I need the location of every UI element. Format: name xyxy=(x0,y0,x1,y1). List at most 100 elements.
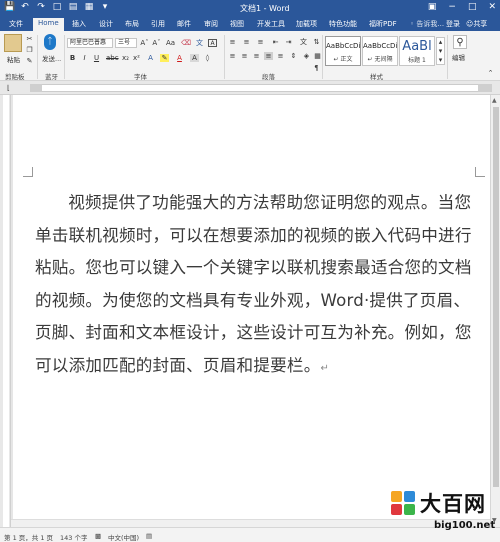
tab-mailings[interactable]: 邮件 xyxy=(177,19,191,29)
style-heading-1[interactable]: AaBl 标题 1 xyxy=(399,36,435,66)
bluetooth-icon[interactable]: ᛏ xyxy=(44,34,56,50)
decrease-indent-icon[interactable]: ⇤ xyxy=(271,38,280,46)
paste-icon[interactable] xyxy=(4,34,22,52)
login-link[interactable]: 登录 xyxy=(446,19,460,29)
align-right-icon[interactable]: ≡ xyxy=(252,52,261,60)
increase-indent-icon[interactable]: ⇥ xyxy=(284,38,293,46)
redo-icon[interactable]: ↷ xyxy=(36,2,46,12)
justify-icon[interactable]: ≡ xyxy=(264,52,273,60)
shading-icon[interactable]: ◈ xyxy=(302,52,311,60)
ribbon-display-icon[interactable]: ▣ xyxy=(428,2,437,12)
language-indicator[interactable]: 中文(中国) xyxy=(108,532,139,542)
bullets-icon[interactable]: ≡ xyxy=(228,38,237,46)
collapse-ribbon-icon[interactable]: ⌃ xyxy=(486,69,495,77)
word-count[interactable]: 143 个字 xyxy=(60,532,87,542)
scrollbar-thumb[interactable] xyxy=(493,107,499,487)
strikethrough-icon[interactable]: abc xyxy=(106,54,119,62)
share-button[interactable]: ☺共享 xyxy=(466,19,487,29)
watermark-url: big100.net xyxy=(434,520,496,531)
watermark: 大百网 big100.net xyxy=(386,488,500,542)
open-icon[interactable]: ▤ xyxy=(68,2,78,12)
tab-home[interactable]: Home xyxy=(33,18,64,31)
enclose-characters-icon[interactable]: A xyxy=(208,39,217,47)
distributed-icon[interactable]: ≡ xyxy=(276,52,285,60)
highlight-icon[interactable]: ✎ xyxy=(160,54,169,62)
bold-icon[interactable]: B xyxy=(68,54,77,62)
right-margin-marker xyxy=(478,84,492,92)
title-bar: 💾 ↶ ↷ □ ▤ ▦ ▾ 文档1 - Word ▣ − □ ✕ xyxy=(0,0,500,17)
tell-me-box[interactable]: ◦ 告诉我... xyxy=(410,19,444,29)
paragraph-mark: ↵ xyxy=(320,362,330,374)
tab-addins[interactable]: 加载项 xyxy=(296,19,317,29)
line-spacing-icon[interactable]: ⇕ xyxy=(289,52,298,60)
character-border-icon[interactable]: ◊ xyxy=(203,54,212,62)
align-center-icon[interactable]: ≡ xyxy=(240,52,249,60)
phonetic-guide-icon[interactable]: 文 xyxy=(195,39,204,47)
save-icon[interactable]: 💾 xyxy=(4,2,15,12)
copy-icon[interactable]: ❐ xyxy=(25,46,34,54)
multilevel-list-icon[interactable]: ≡ xyxy=(256,38,265,46)
text-effects-icon[interactable]: A xyxy=(146,54,155,62)
font-size-select[interactable]: 三号 xyxy=(115,38,137,48)
style-no-spacing[interactable]: AaBbCcDi ↵ 无间隔 xyxy=(362,36,398,66)
new-doc-icon[interactable]: □ xyxy=(52,2,62,12)
find-icon[interactable]: ⚲ xyxy=(453,35,467,49)
macro-icon[interactable]: ▤ xyxy=(146,532,152,540)
align-left-icon[interactable]: ≡ xyxy=(228,52,237,60)
numbering-icon[interactable]: ≡ xyxy=(242,38,251,46)
document-page[interactable]: 视频提供了功能强大的方法帮助您证明您的观点。当您单击联机视频时，可以在想要添加的… xyxy=(13,95,490,527)
ribbon: 粘贴 ✂ ❐ ✎ 剪贴板 ᛏ 发送... 蓝牙 阿里巴巴普惠 三号 Aˆ Aˇ … xyxy=(0,31,500,81)
corner-mark xyxy=(23,167,33,177)
tab-view[interactable]: 视图 xyxy=(230,19,244,29)
customize-icon[interactable]: ▾ xyxy=(100,2,110,12)
page-count[interactable]: 第 1 页，共 1 页 xyxy=(4,532,53,542)
bluetooth-group-label: 蓝牙 xyxy=(45,73,58,81)
undo-icon[interactable]: ↶ xyxy=(20,2,30,12)
tab-selector-icon[interactable]: ⌊ xyxy=(4,84,13,92)
paste-button[interactable]: 粘贴 xyxy=(7,54,20,64)
format-painter-icon[interactable]: ✎ xyxy=(25,57,34,65)
styles-group-label: 样式 xyxy=(370,73,383,81)
tab-insert[interactable]: 插入 xyxy=(72,19,86,29)
editing-button[interactable]: 编辑 xyxy=(452,52,465,62)
tab-layout[interactable]: 布局 xyxy=(125,19,139,29)
grow-font-icon[interactable]: Aˆ xyxy=(140,39,149,47)
clear-formatting-icon[interactable]: ⌫ xyxy=(181,39,191,47)
tab-file[interactable]: 文件 xyxy=(9,19,23,29)
close-icon[interactable]: ✕ xyxy=(488,2,496,12)
cut-icon[interactable]: ✂ xyxy=(25,35,34,43)
print-preview-icon[interactable]: ▦ xyxy=(84,2,94,12)
tab-references[interactable]: 引用 xyxy=(151,19,165,29)
proofing-icon[interactable]: ▩ xyxy=(95,532,101,540)
tab-review[interactable]: 审阅 xyxy=(204,19,218,29)
tab-foxit-pdf[interactable]: 福昕PDF xyxy=(369,19,397,29)
tab-design[interactable]: 设计 xyxy=(99,19,113,29)
character-shading-icon[interactable]: A xyxy=(190,54,199,62)
ribbon-separator xyxy=(224,35,225,79)
bluetooth-send-button[interactable]: 发送... xyxy=(42,53,61,63)
horizontal-ruler[interactable]: ⌊ xyxy=(0,81,500,95)
underline-icon[interactable]: U xyxy=(92,54,101,62)
borders-icon[interactable]: ▦ xyxy=(313,52,322,60)
chinese-layout-icon[interactable]: 文 xyxy=(299,38,308,46)
sort-icon[interactable]: ⇅ xyxy=(312,38,321,46)
style-normal[interactable]: AaBbCcDi ↵ 正文 xyxy=(325,36,361,66)
superscript-icon[interactable]: x² xyxy=(132,54,141,62)
font-name-select[interactable]: 阿里巴巴普惠 xyxy=(67,38,113,48)
minimize-icon[interactable]: − xyxy=(448,2,456,12)
subscript-icon[interactable]: x₂ xyxy=(121,54,130,62)
vertical-scrollbar[interactable]: ▲ ▼ xyxy=(490,95,500,527)
body-paragraph[interactable]: 视频提供了功能强大的方法帮助您证明您的观点。当您单击联机视频时，可以在想要添加的… xyxy=(35,187,481,386)
scroll-up-icon[interactable]: ▲ xyxy=(492,97,497,104)
italic-icon[interactable]: I xyxy=(80,54,89,62)
change-case-icon[interactable]: Aa xyxy=(166,39,175,47)
maximize-icon[interactable]: □ xyxy=(468,2,477,12)
vertical-ruler[interactable] xyxy=(0,95,11,527)
tab-features[interactable]: 特色功能 xyxy=(329,19,357,29)
shrink-font-icon[interactable]: Aˇ xyxy=(152,39,161,47)
corner-mark xyxy=(475,167,485,177)
tab-developer[interactable]: 开发工具 xyxy=(257,19,285,29)
styles-scroll-icon[interactable]: ▴ ▾ ▾ xyxy=(436,37,445,65)
font-color-icon[interactable]: A xyxy=(175,54,184,62)
show-marks-icon[interactable]: ¶ xyxy=(312,64,321,72)
